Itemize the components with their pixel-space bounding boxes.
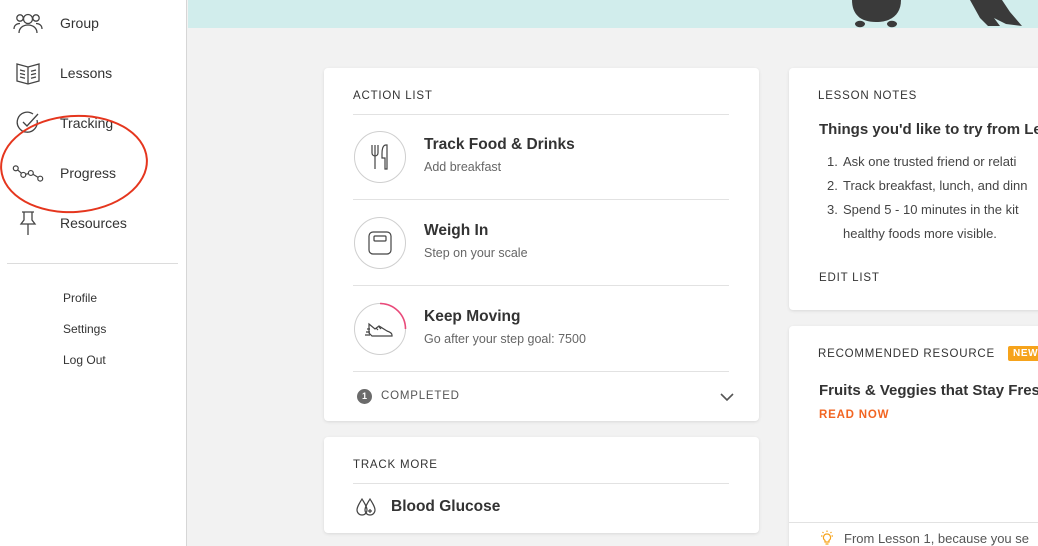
action-item-track-food[interactable]: Track Food & Drinks Add breakfast — [354, 122, 730, 192]
group-icon — [12, 7, 44, 39]
book-icon — [12, 57, 44, 89]
resource-title[interactable]: Fruits & Veggies that Stay Fres — [819, 382, 1038, 399]
sneaker-icon — [354, 302, 407, 355]
nav-label: Group — [60, 15, 99, 31]
divider — [789, 522, 1038, 523]
lesson-notes-title: Things you'd like to try from Le — [819, 121, 1038, 138]
top-banner — [188, 0, 1038, 28]
action-subtitle: Go after your step goal: 7500 — [424, 332, 586, 346]
sidebar-divider — [7, 263, 178, 264]
read-now-link[interactable]: READ NOW — [819, 409, 889, 421]
nav-item-lessons[interactable]: Lessons — [0, 53, 186, 93]
action-list-heading: ACTION LIST — [353, 90, 433, 102]
recommended-heading: RECOMMENDED RESOURCE — [818, 348, 996, 360]
settings-link[interactable]: Settings — [63, 322, 106, 336]
recommended-resource-card: RECOMMENDED RESOURCE NEW Fruits & Veggie… — [789, 326, 1038, 546]
action-list-card: ACTION LIST Track Food & Drinks Add brea… — [324, 68, 759, 421]
divider — [353, 199, 729, 200]
track-blood-glucose-item[interactable]: Blood Glucose — [354, 495, 500, 519]
nav-item-group[interactable]: Group — [0, 3, 186, 43]
chevron-down-icon[interactable] — [718, 388, 736, 406]
list-item: 2. Track breakfast, lunch, and dinn — [827, 178, 1028, 193]
pin-icon — [12, 207, 44, 239]
list-item: 1. Ask one trusted friend or relati — [827, 154, 1017, 169]
progress-chart-icon — [12, 157, 44, 189]
lesson-notes-card: LESSON NOTES Things you'd like to try fr… — [789, 68, 1038, 310]
list-item: 3. Spend 5 - 10 minutes in the kit — [827, 202, 1019, 217]
track-more-card: TRACK MORE Blood Glucose — [324, 437, 759, 533]
divider — [353, 114, 729, 115]
action-subtitle: Add breakfast — [424, 160, 502, 174]
action-item-keep-moving[interactable]: Keep Moving Go after your step goal: 750… — [354, 294, 730, 364]
action-title: Track Food & Drinks — [424, 136, 575, 153]
sidebar: Group Lessons Tracking Progress Resource… — [0, 0, 187, 546]
blood-drop-icon — [356, 497, 376, 516]
action-title: Weigh In — [424, 222, 489, 239]
nav-item-tracking[interactable]: Tracking — [0, 103, 186, 143]
completed-toggle[interactable]: 1 COMPLETED — [357, 386, 460, 406]
nav-label: Tracking — [60, 115, 114, 131]
list-item-continuation: healthy foods more visible. — [843, 226, 997, 241]
nav-label: Progress — [60, 165, 117, 181]
nav-item-resources[interactable]: Resources — [0, 203, 186, 243]
resource-footer: From Lesson 1, because you se — [819, 530, 1029, 546]
profile-link[interactable]: Profile — [63, 291, 97, 305]
divider — [353, 483, 729, 484]
lightbulb-icon — [821, 530, 833, 545]
lesson-notes-heading: LESSON NOTES — [818, 90, 918, 102]
nav-label: Resources — [60, 215, 127, 231]
nav-label: Lessons — [60, 65, 113, 81]
completed-count-badge: 1 — [357, 388, 372, 404]
track-more-item-label: Blood Glucose — [391, 498, 501, 515]
lesson-notes-list: 1. Ask one trusted friend or relati 2. Tra… — [819, 150, 1038, 246]
banner-illustration — [852, 0, 1022, 28]
nav-item-progress[interactable]: Progress — [0, 153, 186, 193]
action-subtitle: Step on your scale — [424, 246, 528, 260]
action-title: Keep Moving — [424, 308, 521, 325]
completed-label: COMPLETED — [381, 390, 460, 402]
new-badge: NEW — [1008, 346, 1038, 361]
scale-icon — [354, 217, 406, 269]
fork-knife-icon — [354, 131, 406, 183]
resource-footer-text: From Lesson 1, because you se — [844, 530, 1029, 546]
logout-link[interactable]: Log Out — [63, 353, 106, 367]
track-more-heading: TRACK MORE — [353, 459, 438, 471]
divider — [353, 285, 729, 286]
edit-list-link[interactable]: EDIT LIST — [819, 272, 880, 284]
action-item-weigh-in[interactable]: Weigh In Step on your scale — [354, 208, 730, 278]
divider — [353, 371, 729, 372]
check-icon — [12, 107, 44, 139]
